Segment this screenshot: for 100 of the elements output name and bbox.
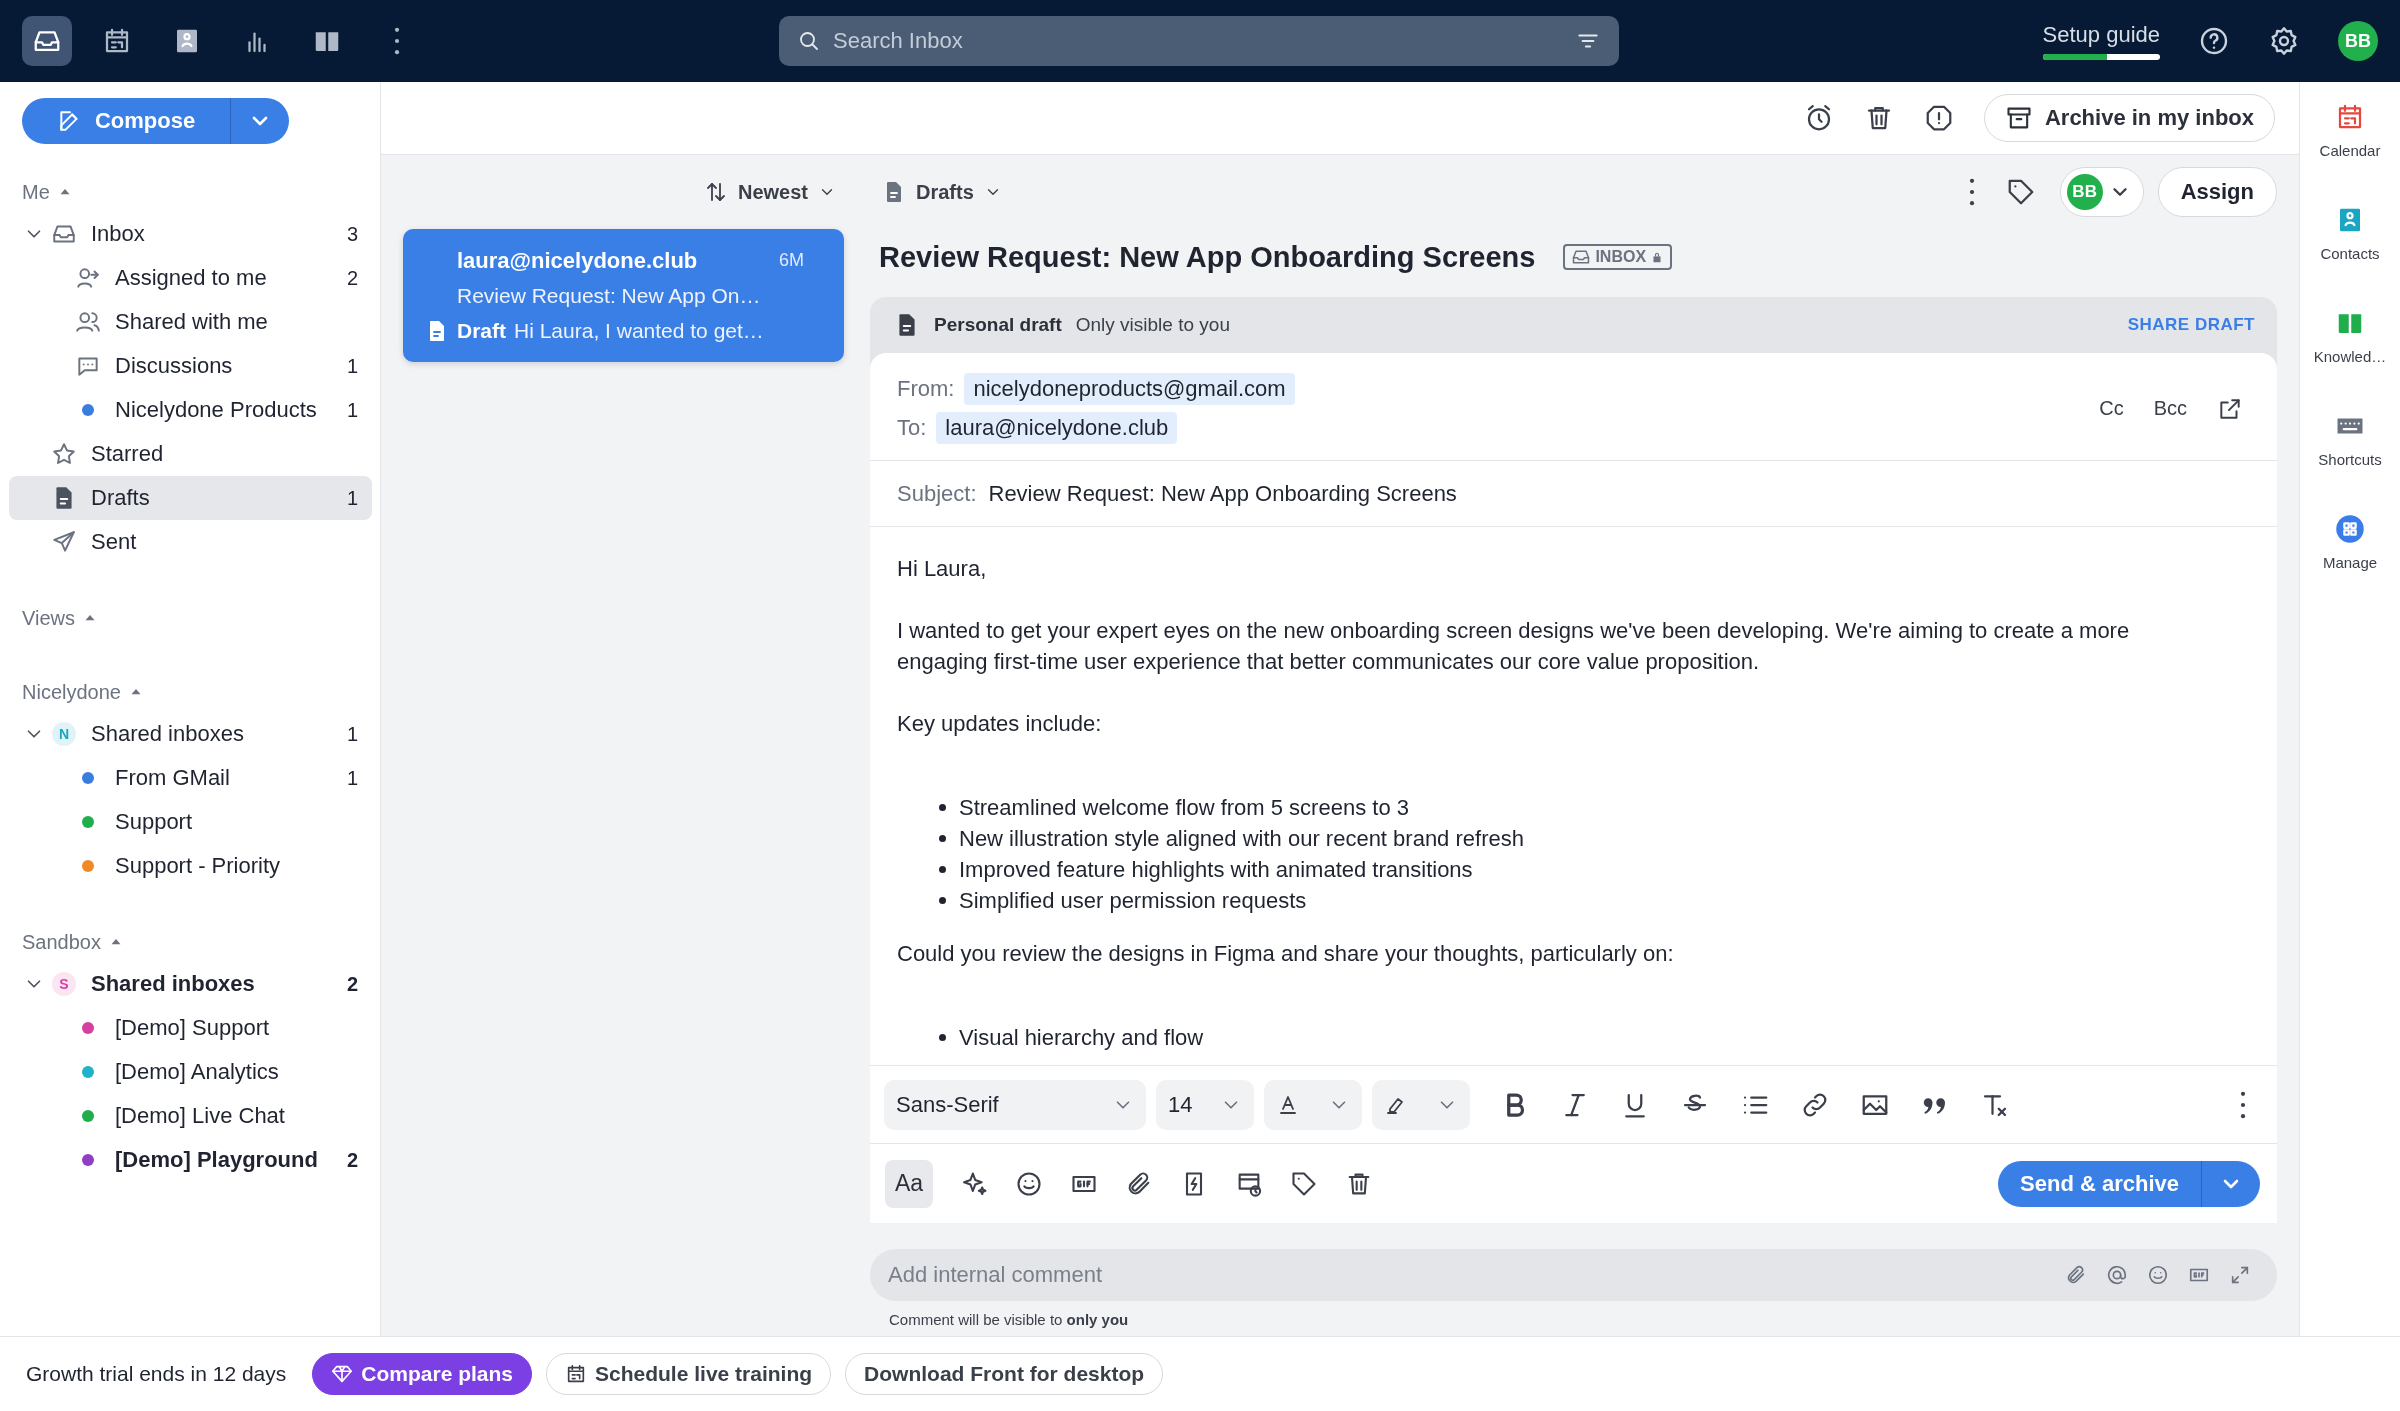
- sidebar-item[interactable]: Starred: [9, 432, 372, 476]
- body-paragraph: Key updates include:: [897, 710, 1103, 738]
- bullet-item: Improved feature highlights with animated transitions: [939, 854, 2217, 885]
- rail-item[interactable]: Shortcuts: [2318, 411, 2382, 468]
- app-switcher-button[interactable]: [22, 16, 72, 66]
- section-header[interactable]: Views: [9, 598, 372, 638]
- sidebar-item[interactable]: Support - Priority: [9, 844, 372, 888]
- subject-preview: Review Request: New App On…: [456, 282, 762, 309]
- sidebar-item[interactable]: Discussions 1: [9, 344, 372, 388]
- sidebar-item[interactable]: Support: [9, 800, 372, 844]
- more-icon: [393, 27, 401, 55]
- sidebar-item[interactable]: [Demo] Support: [9, 1006, 372, 1050]
- body-paragraph: Could you review the designs in Figma and share your thoughts, particularly on:: [897, 940, 1675, 968]
- item-count: 1: [346, 722, 358, 746]
- user-avatar: BB: [2066, 174, 2103, 210]
- setup-guide-link[interactable]: Setup guide: [2042, 22, 2160, 48]
- diamond-icon: [331, 1363, 354, 1385]
- expand-icon[interactable]: [2229, 1264, 2251, 1286]
- item-count: 1: [346, 354, 358, 378]
- item-count: 2: [346, 1148, 358, 1172]
- message-preview: Hi Laura, I wanted to get…: [514, 318, 764, 343]
- draft-title: Personal draft: [934, 314, 1062, 336]
- sidebar-item[interactable]: Shared with me: [9, 300, 372, 344]
- tag-icon[interactable]: [1290, 1169, 1318, 1198]
- search-field[interactable]: Search Inbox: [779, 16, 1619, 66]
- field-label: From:: [897, 376, 955, 402]
- sidebar-item[interactable]: Drafts 1: [9, 476, 372, 520]
- rail-item[interactable]: Calendar: [2319, 102, 2381, 159]
- trial-notice: Growth trial ends in 12 days: [26, 1362, 287, 1386]
- body-paragraph: I wanted to get your expert eyes on the new onboarding screen designs we've been developing. We're aiming to create a more engaging first-time user experience that better communicates our core value proposition.: [897, 617, 2131, 676]
- rail-item[interactable]: Contacts: [2320, 205, 2380, 262]
- compose-menu-button[interactable]: [231, 98, 289, 144]
- item-count: 2: [346, 972, 358, 996]
- star-icon: [51, 441, 77, 467]
- folder-dropdown[interactable]: Drafts: [882, 180, 1002, 204]
- bcc-link[interactable]: Bcc: [2153, 397, 2187, 420]
- cc-link[interactable]: Cc: [2099, 397, 2124, 420]
- section-header[interactable]: Me: [9, 172, 372, 212]
- sparkle-icon[interactable]: [960, 1169, 988, 1198]
- sidebar-item[interactable]: [Demo] Analytics: [9, 1050, 372, 1094]
- calendar-icon: [565, 1363, 587, 1385]
- address-chip[interactable]: nicelydoneproducts@gmail.com: [964, 373, 1295, 405]
- help-icon[interactable]: [2198, 25, 2230, 57]
- field-label: Subject:: [897, 480, 977, 507]
- schedule-training-button[interactable]: Schedule live training: [546, 1353, 832, 1395]
- comment-field[interactable]: Add internal comment: [870, 1249, 2277, 1301]
- more-icon[interactable]: [1967, 178, 1976, 206]
- sidebar-item[interactable]: Inbox 3: [9, 212, 372, 256]
- send-archive-button[interactable]: Send & archive: [1998, 1160, 2202, 1207]
- tag-label: INBOX: [1595, 248, 1647, 266]
- text-color-dropdown[interactable]: [1264, 1079, 1362, 1130]
- item-count: 1: [346, 766, 358, 790]
- mention-icon[interactable]: [2106, 1264, 2128, 1286]
- font-dropdown[interactable]: Sans-Serif: [884, 1079, 1146, 1130]
- address-chip[interactable]: laura@nicelydone.club: [936, 412, 1178, 444]
- sidebar-item[interactable]: From GMail 1: [9, 756, 372, 800]
- highlight-dropdown[interactable]: [1372, 1079, 1470, 1130]
- bullet-item: Streamlined welcome flow from 5 screens to 3: [939, 792, 2217, 823]
- sort-button[interactable]: Newest: [703, 180, 836, 204]
- rail-item[interactable]: Knowled…: [2313, 308, 2387, 365]
- sidebar-item[interactable]: Sent: [9, 520, 372, 564]
- draft-note: Only visible to you: [1075, 314, 1230, 336]
- item-count: 2: [346, 266, 358, 290]
- section-header[interactable]: Nicelydone: [9, 672, 372, 712]
- sidebar-item[interactable]: N Shared inboxes 1: [9, 712, 372, 756]
- field-label: To:: [897, 415, 927, 441]
- size-dropdown[interactable]: 14: [1156, 1079, 1254, 1130]
- sidebar-item[interactable]: Assigned to me 2: [9, 256, 372, 300]
- subject-field[interactable]: Review Request: New App Onboarding Screens: [988, 480, 1457, 507]
- assign-button[interactable]: Assign: [2157, 167, 2277, 217]
- compare-plans-button[interactable]: Compare plans: [312, 1353, 532, 1395]
- sidebar-item[interactable]: S Shared inboxes 2: [9, 962, 372, 1006]
- paperclip-icon[interactable]: [2065, 1264, 2087, 1286]
- text-style-button[interactable]: Aa: [885, 1159, 933, 1208]
- bullet-item: Simplified user permission requests: [939, 885, 2217, 916]
- compose-button[interactable]: Compose: [22, 98, 231, 144]
- conversation-title: Review Request: New App Onboarding Screens: [879, 240, 1536, 274]
- conversation-card[interactable]: laura@nicelydone.club 6M Review Request: New App On… Draft Hi Laura, I wanted to get…: [403, 229, 844, 362]
- sidebar-item[interactable]: [Demo] Playground 2: [9, 1138, 372, 1182]
- search-icon: [797, 29, 821, 53]
- inbox-letter-badge: S: [52, 972, 76, 996]
- inbox-icon: [1571, 247, 1592, 267]
- bullet-item: New illustration style aligned with our recent brand refresh: [939, 823, 2217, 854]
- draft-label: Draft: [457, 318, 506, 343]
- item-count: 3: [346, 222, 358, 246]
- emoji-icon[interactable]: [1015, 1169, 1043, 1198]
- sidebar-item[interactable]: [Demo] Live Chat: [9, 1094, 372, 1138]
- download-button[interactable]: Download Front for desktop: [845, 1353, 1164, 1395]
- section-header[interactable]: Sandbox: [9, 922, 372, 962]
- item-count: 1: [346, 398, 358, 422]
- bullet-item: Visual hierarchy and flow: [939, 1022, 2217, 1053]
- people-icon: [75, 309, 101, 335]
- comment-note: Comment will be visible to only you: [888, 1310, 1130, 1328]
- sender-name: laura@nicelydone.club: [457, 247, 699, 274]
- user-arrow-icon: [75, 265, 101, 291]
- archive-button[interactable]: Archive in my inbox: [1983, 94, 2275, 142]
- send-menu-button[interactable]: [2202, 1160, 2260, 1207]
- more-icon[interactable]: [2239, 1090, 2247, 1119]
- sidebar-item[interactable]: Nicelydone Products 1: [9, 388, 372, 432]
- rail-item[interactable]: Manage: [2322, 514, 2378, 571]
